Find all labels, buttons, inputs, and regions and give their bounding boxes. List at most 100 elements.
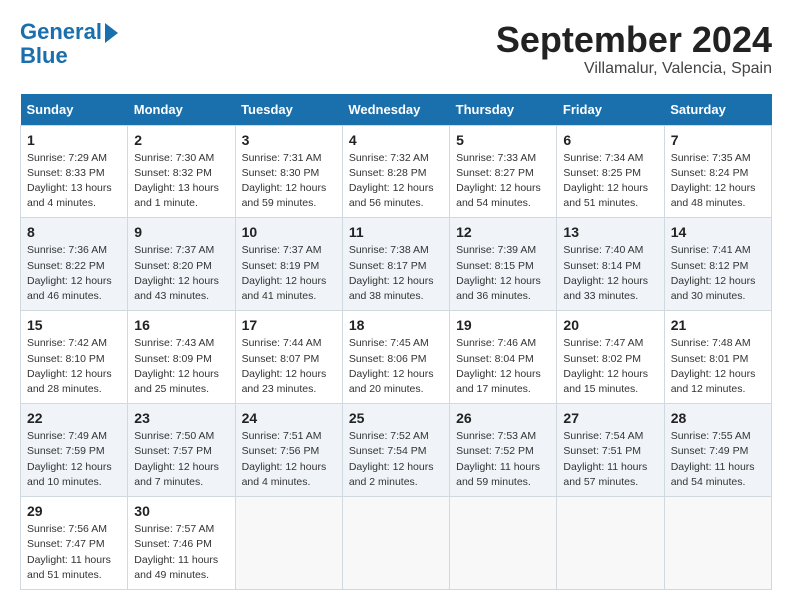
calendar-cell xyxy=(664,497,771,590)
weekday-header-friday: Friday xyxy=(557,94,664,126)
calendar-cell: 15 Sunrise: 7:42 AMSunset: 8:10 PMDayligh… xyxy=(21,311,128,404)
day-info: Sunrise: 7:36 AMSunset: 8:22 PMDaylight:… xyxy=(27,243,121,304)
day-number: 13 xyxy=(563,224,657,240)
calendar-cell: 27Sunrise: 7:54 AMSunset: 7:51 PMDayligh… xyxy=(557,404,664,497)
day-number: 18 xyxy=(349,317,443,333)
day-number: 24 xyxy=(242,410,336,426)
calendar-cell: 17 Sunrise: 7:44 AMSunset: 8:07 PMDayligh… xyxy=(235,311,342,404)
calendar-cell: 1Sunrise: 7:29 AMSunset: 8:33 PMDaylight… xyxy=(21,125,128,218)
day-info: Sunrise: 7:49 AMSunset: 7:59 PMDaylight:… xyxy=(27,429,121,490)
calendar-cell xyxy=(450,497,557,590)
logo: General Blue xyxy=(20,20,118,68)
calendar-week-row: 22 Sunrise: 7:49 AMSunset: 7:59 PMDayligh… xyxy=(21,404,772,497)
day-info: Sunrise: 7:37 AMSunset: 8:19 PMDaylight:… xyxy=(242,243,336,304)
calendar-cell xyxy=(235,497,342,590)
day-info: Sunrise: 7:42 AMSunset: 8:10 PMDaylight:… xyxy=(27,336,121,397)
calendar-cell: 13Sunrise: 7:40 AMSunset: 8:14 PMDayligh… xyxy=(557,218,664,311)
day-info: Sunrise: 7:44 AMSunset: 8:07 PMDaylight:… xyxy=(242,336,336,397)
day-info: Sunrise: 7:31 AMSunset: 8:30 PMDaylight:… xyxy=(242,151,336,212)
calendar-cell: 8 Sunrise: 7:36 AMSunset: 8:22 PMDaylight… xyxy=(21,218,128,311)
day-number: 11 xyxy=(349,224,443,240)
weekday-header-wednesday: Wednesday xyxy=(342,94,449,126)
calendar-cell: 9 Sunrise: 7:37 AMSunset: 8:20 PMDaylight… xyxy=(128,218,235,311)
day-info: Sunrise: 7:48 AMSunset: 8:01 PMDaylight:… xyxy=(671,336,765,397)
day-number: 22 xyxy=(27,410,121,426)
day-info: Sunrise: 7:38 AMSunset: 8:17 PMDaylight:… xyxy=(349,243,443,304)
weekday-header-monday: Monday xyxy=(128,94,235,126)
day-number: 21 xyxy=(671,317,765,333)
day-number: 3 xyxy=(242,132,336,148)
day-info: Sunrise: 7:34 AMSunset: 8:25 PMDaylight:… xyxy=(563,151,657,212)
day-number: 16 xyxy=(134,317,228,333)
day-info: Sunrise: 7:56 AMSunset: 7:47 PMDaylight:… xyxy=(27,522,121,583)
calendar-cell: 12 Sunrise: 7:39 AMSunset: 8:15 PMDayligh… xyxy=(450,218,557,311)
day-info: Sunrise: 7:54 AMSunset: 7:51 PMDaylight:… xyxy=(563,429,657,490)
weekday-header-saturday: Saturday xyxy=(664,94,771,126)
location: Villamalur, Valencia, Spain xyxy=(496,60,772,78)
calendar-week-row: 15 Sunrise: 7:42 AMSunset: 8:10 PMDayligh… xyxy=(21,311,772,404)
day-number: 9 xyxy=(134,224,228,240)
logo-text: General xyxy=(20,20,118,44)
day-number: 26 xyxy=(456,410,550,426)
logo-general: General xyxy=(20,19,102,44)
day-number: 30 xyxy=(134,503,228,519)
day-number: 15 xyxy=(27,317,121,333)
weekday-header-tuesday: Tuesday xyxy=(235,94,342,126)
calendar-week-row: 8 Sunrise: 7:36 AMSunset: 8:22 PMDaylight… xyxy=(21,218,772,311)
day-number: 19 xyxy=(456,317,550,333)
calendar-table: SundayMondayTuesdayWednesdayThursdayFrid… xyxy=(20,94,772,590)
day-number: 28 xyxy=(671,410,765,426)
day-number: 10 xyxy=(242,224,336,240)
calendar-cell: 26 Sunrise: 7:53 AMSunset: 7:52 PMDayligh… xyxy=(450,404,557,497)
day-info: Sunrise: 7:53 AMSunset: 7:52 PMDaylight:… xyxy=(456,429,550,490)
day-info: Sunrise: 7:52 AMSunset: 7:54 PMDaylight:… xyxy=(349,429,443,490)
day-info: Sunrise: 7:41 AMSunset: 8:12 PMDaylight:… xyxy=(671,243,765,304)
calendar-week-row: 29 Sunrise: 7:56 AMSunset: 7:47 PMDayligh… xyxy=(21,497,772,590)
day-number: 12 xyxy=(456,224,550,240)
calendar-cell: 20 Sunrise: 7:47 AMSunset: 8:02 PMDayligh… xyxy=(557,311,664,404)
calendar-cell: 10 Sunrise: 7:37 AMSunset: 8:19 PMDayligh… xyxy=(235,218,342,311)
calendar-cell: 21 Sunrise: 7:48 AMSunset: 8:01 PMDayligh… xyxy=(664,311,771,404)
calendar-cell: 3 Sunrise: 7:31 AMSunset: 8:30 PMDaylight… xyxy=(235,125,342,218)
calendar-cell: 2Sunrise: 7:30 AMSunset: 8:32 PMDaylight… xyxy=(128,125,235,218)
day-info: Sunrise: 7:43 AMSunset: 8:09 PMDaylight:… xyxy=(134,336,228,397)
day-info: Sunrise: 7:39 AMSunset: 8:15 PMDaylight:… xyxy=(456,243,550,304)
logo-arrow-shape xyxy=(105,23,118,43)
day-info: Sunrise: 7:32 AMSunset: 8:28 PMDaylight:… xyxy=(349,151,443,212)
weekday-header-thursday: Thursday xyxy=(450,94,557,126)
calendar-cell: 23Sunrise: 7:50 AMSunset: 7:57 PMDayligh… xyxy=(128,404,235,497)
calendar-cell: 28 Sunrise: 7:55 AMSunset: 7:49 PMDayligh… xyxy=(664,404,771,497)
page-header: General Blue September 2024 Villamalur, … xyxy=(20,20,772,78)
day-number: 14 xyxy=(671,224,765,240)
calendar-cell: 30 Sunrise: 7:57 AMSunset: 7:46 PMDayligh… xyxy=(128,497,235,590)
day-number: 2 xyxy=(134,132,228,148)
calendar-cell: 25 Sunrise: 7:52 AMSunset: 7:54 PMDayligh… xyxy=(342,404,449,497)
calendar-cell: 14 Sunrise: 7:41 AMSunset: 8:12 PMDayligh… xyxy=(664,218,771,311)
weekday-header-sunday: Sunday xyxy=(21,94,128,126)
day-number: 8 xyxy=(27,224,121,240)
day-number: 23 xyxy=(134,410,228,426)
calendar-cell: 7 Sunrise: 7:35 AMSunset: 8:24 PMDaylight… xyxy=(664,125,771,218)
day-info: Sunrise: 7:47 AMSunset: 8:02 PMDaylight:… xyxy=(563,336,657,397)
calendar-cell: 4Sunrise: 7:32 AMSunset: 8:28 PMDaylight… xyxy=(342,125,449,218)
day-info: Sunrise: 7:55 AMSunset: 7:49 PMDaylight:… xyxy=(671,429,765,490)
day-info: Sunrise: 7:33 AMSunset: 8:27 PMDaylight:… xyxy=(456,151,550,212)
day-info: Sunrise: 7:37 AMSunset: 8:20 PMDaylight:… xyxy=(134,243,228,304)
day-number: 20 xyxy=(563,317,657,333)
day-number: 17 xyxy=(242,317,336,333)
calendar-cell: 19Sunrise: 7:46 AMSunset: 8:04 PMDayligh… xyxy=(450,311,557,404)
day-number: 29 xyxy=(27,503,121,519)
calendar-header: SundayMondayTuesdayWednesdayThursdayFrid… xyxy=(21,94,772,126)
day-number: 1 xyxy=(27,132,121,148)
calendar-cell xyxy=(342,497,449,590)
day-info: Sunrise: 7:51 AMSunset: 7:56 PMDaylight:… xyxy=(242,429,336,490)
day-number: 25 xyxy=(349,410,443,426)
calendar-cell: 29 Sunrise: 7:56 AMSunset: 7:47 PMDayligh… xyxy=(21,497,128,590)
title-block: September 2024 Villamalur, Valencia, Spa… xyxy=(496,20,772,78)
day-info: Sunrise: 7:45 AMSunset: 8:06 PMDaylight:… xyxy=(349,336,443,397)
day-info: Sunrise: 7:57 AMSunset: 7:46 PMDaylight:… xyxy=(134,522,228,583)
day-number: 7 xyxy=(671,132,765,148)
day-info: Sunrise: 7:35 AMSunset: 8:24 PMDaylight:… xyxy=(671,151,765,212)
calendar-cell: 11 Sunrise: 7:38 AMSunset: 8:17 PMDayligh… xyxy=(342,218,449,311)
calendar-cell: 6Sunrise: 7:34 AMSunset: 8:25 PMDaylight… xyxy=(557,125,664,218)
